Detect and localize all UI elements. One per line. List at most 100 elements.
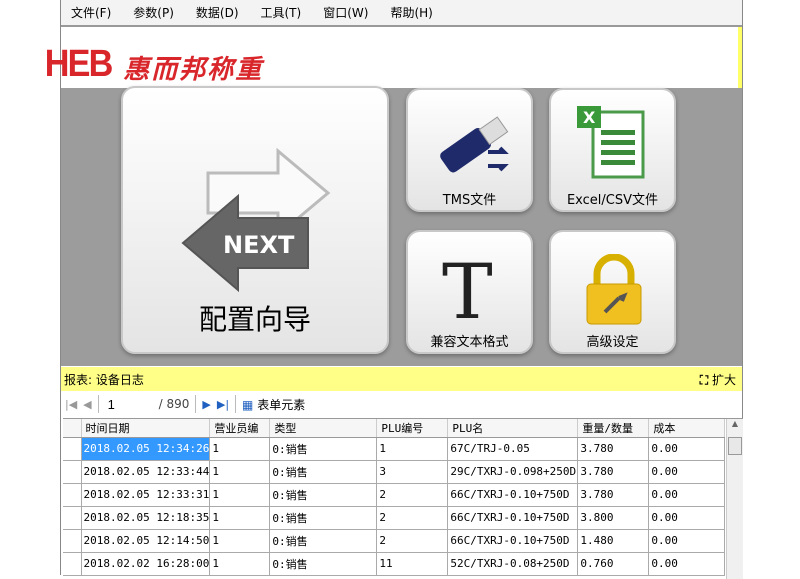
table-cell[interactable]: 3: [376, 460, 449, 484]
report-title: 报表: 设备日志: [64, 372, 144, 387]
page-number-input[interactable]: [104, 394, 153, 414]
table-row[interactable]: 2018.02.05 12:34:26 1 0:销售 1 67C/TRJ-0.05 3.7…: [63, 437, 726, 461]
table-row[interactable]: 2018.02.05 12:33:44 1 0:销售 3 29C/TXRJ-0.098+…: [63, 460, 726, 484]
menu-params[interactable]: 参数(P): [133, 4, 174, 21]
table-cell[interactable]: 1: [209, 506, 271, 530]
scroll-up-icon[interactable]: ▲: [727, 419, 743, 428]
table-row[interactable]: 2018.02.05 12:14:50 1 0:销售 2 66C/TXRJ-0.10+7…: [63, 529, 726, 553]
wizard-label: 配置向导: [198, 303, 311, 336]
form-elements-label: 表单元素: [257, 397, 306, 412]
scroll-thumb[interactable]: [728, 437, 742, 455]
col-clerk[interactable]: 营业员编: [209, 419, 271, 438]
table-cell[interactable]: 2: [376, 483, 449, 507]
table-cell[interactable]: 29C/TXRJ-0.098+250D: [447, 460, 579, 484]
vertical-scrollbar[interactable]: ▲: [726, 419, 743, 579]
table-cell[interactable]: 1: [209, 437, 271, 461]
prev-page-icon[interactable]: ◀: [83, 398, 91, 411]
excel-csv-button[interactable]: X Excel/CSV文件: [549, 88, 676, 212]
menu-help[interactable]: 帮助(H): [390, 4, 432, 21]
table-cell[interactable]: 1: [209, 460, 271, 484]
table-cell[interactable]: 0.00: [648, 483, 726, 507]
table-cell[interactable]: 0:销售: [269, 529, 378, 553]
table-cell[interactable]: 0:销售: [269, 552, 378, 576]
table-cell[interactable]: 2: [376, 506, 449, 530]
table-cell[interactable]: 3.800: [577, 506, 650, 530]
table-cell[interactable]: 1: [209, 552, 271, 576]
last-page-icon[interactable]: ▶|: [217, 398, 229, 411]
menu-data[interactable]: 数据(D): [196, 4, 239, 21]
table-cell[interactable]: 11: [376, 552, 449, 576]
table-cell[interactable]: 0.00: [648, 552, 726, 576]
table-cell[interactable]: 2018.02.05 12:18:35: [81, 506, 211, 530]
row-header[interactable]: [63, 460, 82, 484]
excel-file-icon: X: [577, 106, 645, 179]
table-cell[interactable]: 1: [209, 483, 271, 507]
table-cell[interactable]: 52C/TXRJ-0.08+250D: [447, 552, 579, 576]
table-cell[interactable]: 0:销售: [269, 483, 378, 507]
table-cell[interactable]: 0.00: [648, 506, 726, 530]
table-cell[interactable]: 66C/TXRJ-0.10+750D: [447, 529, 579, 553]
config-wizard-button[interactable]: NEXT 配置向导: [121, 86, 389, 354]
report-header: 报表: 设备日志 ⛶ 扩大: [61, 367, 742, 391]
table-cell[interactable]: 1: [376, 437, 449, 461]
table-cell[interactable]: 0.760: [577, 552, 650, 576]
table-row[interactable]: 2018.02.05 12:18:35 1 0:销售 2 66C/TXRJ-0.10+7…: [63, 506, 726, 530]
svg-text:X: X: [583, 108, 596, 127]
col-weight[interactable]: 重量/数量: [577, 419, 650, 438]
expand-button[interactable]: ⛶ 扩大: [700, 371, 736, 388]
next-arrow-icon: NEXT: [181, 147, 331, 293]
table-cell[interactable]: 0.00: [648, 460, 726, 484]
menu-tools[interactable]: 工具(T): [261, 4, 302, 21]
table-cell[interactable]: 0:销售: [269, 437, 378, 461]
table-row[interactable]: 2018.02.02 16:28:00 1 0:销售 11 52C/TXRJ-0.08+…: [63, 552, 726, 576]
page-total: / 890: [158, 397, 190, 411]
advanced-label: 高级设定: [586, 335, 639, 350]
separator: [195, 395, 197, 413]
row-header[interactable]: [63, 437, 82, 461]
row-header[interactable]: [63, 552, 82, 576]
table-cell[interactable]: 0.00: [648, 437, 726, 461]
table-cell[interactable]: 2018.02.02 16:28:00: [81, 552, 211, 576]
table-cell[interactable]: 2018.02.05 12:34:26: [81, 437, 211, 461]
menu-file[interactable]: 文件(F): [71, 4, 111, 21]
col-cost[interactable]: 成本: [648, 419, 726, 438]
usb-drive-icon: [440, 116, 509, 173]
expand-label: 扩大: [711, 372, 736, 387]
logo-name: 惠而邦称重: [123, 55, 264, 85]
compat-text-button[interactable]: T 兼容文本格式: [406, 230, 533, 354]
row-header[interactable]: [63, 483, 82, 507]
table-cell[interactable]: 3.780: [577, 460, 650, 484]
table-cell[interactable]: 2: [376, 529, 449, 553]
table-cell[interactable]: 66C/TXRJ-0.10+750D: [447, 506, 579, 530]
first-page-icon[interactable]: |◀: [65, 398, 77, 411]
row-header[interactable]: [63, 529, 82, 553]
col-type[interactable]: 类型: [269, 419, 378, 438]
table-cell[interactable]: 67C/TRJ-0.05: [447, 437, 579, 461]
table-cell[interactable]: 3.780: [577, 483, 650, 507]
col-plu-number[interactable]: PLU编号: [376, 419, 449, 438]
row-header[interactable]: [63, 506, 82, 530]
app-window: 文件(F) 参数(P) 数据(D) 工具(T) 窗口(W) 帮助(H) HEB …: [45, 0, 743, 579]
menu-window[interactable]: 窗口(W): [323, 4, 368, 21]
table-cell[interactable]: 66C/TXRJ-0.10+750D: [447, 483, 579, 507]
table-cell[interactable]: 2018.02.05 12:33:44: [81, 460, 211, 484]
table-cell[interactable]: 0.00: [648, 529, 726, 553]
device-log-table: 时间日期 营业员编 类型 PLU编号 PLU名 重量/数量 成本 2018.02…: [63, 418, 743, 579]
lock-icon: [586, 254, 642, 325]
form-elements-button[interactable]: ▦ 表单元素: [242, 396, 305, 413]
table-cell[interactable]: 0:销售: [269, 506, 378, 530]
tms-file-button[interactable]: TMS文件: [406, 88, 533, 212]
next-page-icon[interactable]: ▶: [202, 398, 210, 411]
advanced-settings-button[interactable]: 高级设定: [549, 230, 676, 354]
table-icon: ▦: [242, 397, 254, 412]
table-row[interactable]: 2018.02.05 12:33:31 1 0:销售 2 66C/TXRJ-0.10+7…: [63, 483, 726, 507]
table-cell[interactable]: 3.780: [577, 437, 650, 461]
tms-label: TMS文件: [442, 193, 497, 208]
table-cell[interactable]: 1.480: [577, 529, 650, 553]
table-cell[interactable]: 2018.02.05 12:33:31: [81, 483, 211, 507]
table-cell[interactable]: 0:销售: [269, 460, 378, 484]
col-plu-name[interactable]: PLU名: [447, 419, 579, 438]
table-cell[interactable]: 1: [209, 529, 271, 553]
table-cell[interactable]: 2018.02.05 12:14:50: [81, 529, 211, 553]
col-datetime[interactable]: 时间日期: [81, 419, 211, 438]
